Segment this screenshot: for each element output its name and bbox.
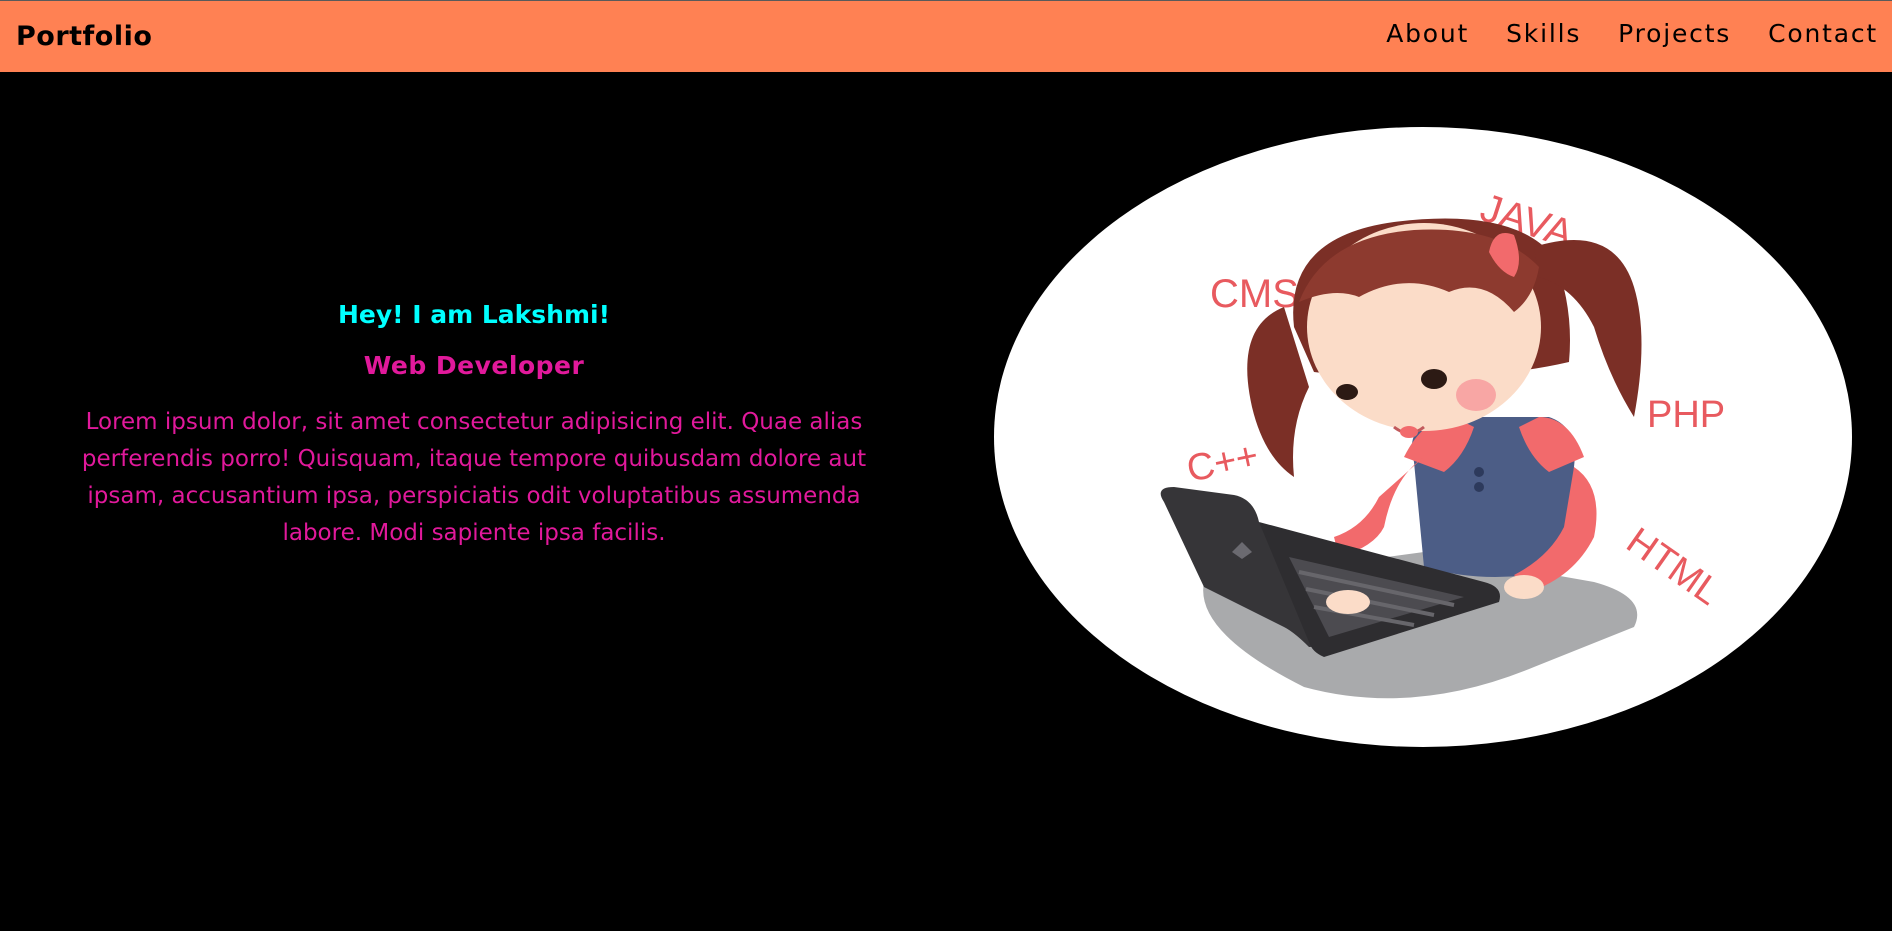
navbar: Portfolio About Skills Projects Contact — [0, 0, 1892, 72]
tag-cms: CMS — [1210, 272, 1299, 316]
nav-link-about[interactable]: About — [1386, 19, 1469, 48]
hero-role: Web Developer — [363, 351, 585, 380]
nav-links: About Skills Projects Contact — [1386, 19, 1878, 48]
developer-illustration: JAVA CMS PHP C++ HTML — [994, 127, 1853, 747]
nav-link-projects[interactable]: Projects — [1618, 19, 1731, 48]
tag-php: PHP — [1647, 394, 1725, 436]
hero-bio: Lorem ipsum dolor, sit amet consectetur … — [81, 409, 867, 546]
developer-illustration-svg: JAVA CMS PHP C++ HTML — [994, 127, 1852, 747]
hero-greeting: Hey! I am Lakshmi! — [337, 300, 611, 329]
nav-link-skills[interactable]: Skills — [1506, 19, 1581, 48]
brand-logo[interactable]: Portfolio — [16, 21, 152, 52]
hero-text: Hey! I am Lakshmi! Web Developer Lorem i… — [40, 300, 908, 552]
nav-link-contact[interactable]: Contact — [1768, 19, 1878, 48]
